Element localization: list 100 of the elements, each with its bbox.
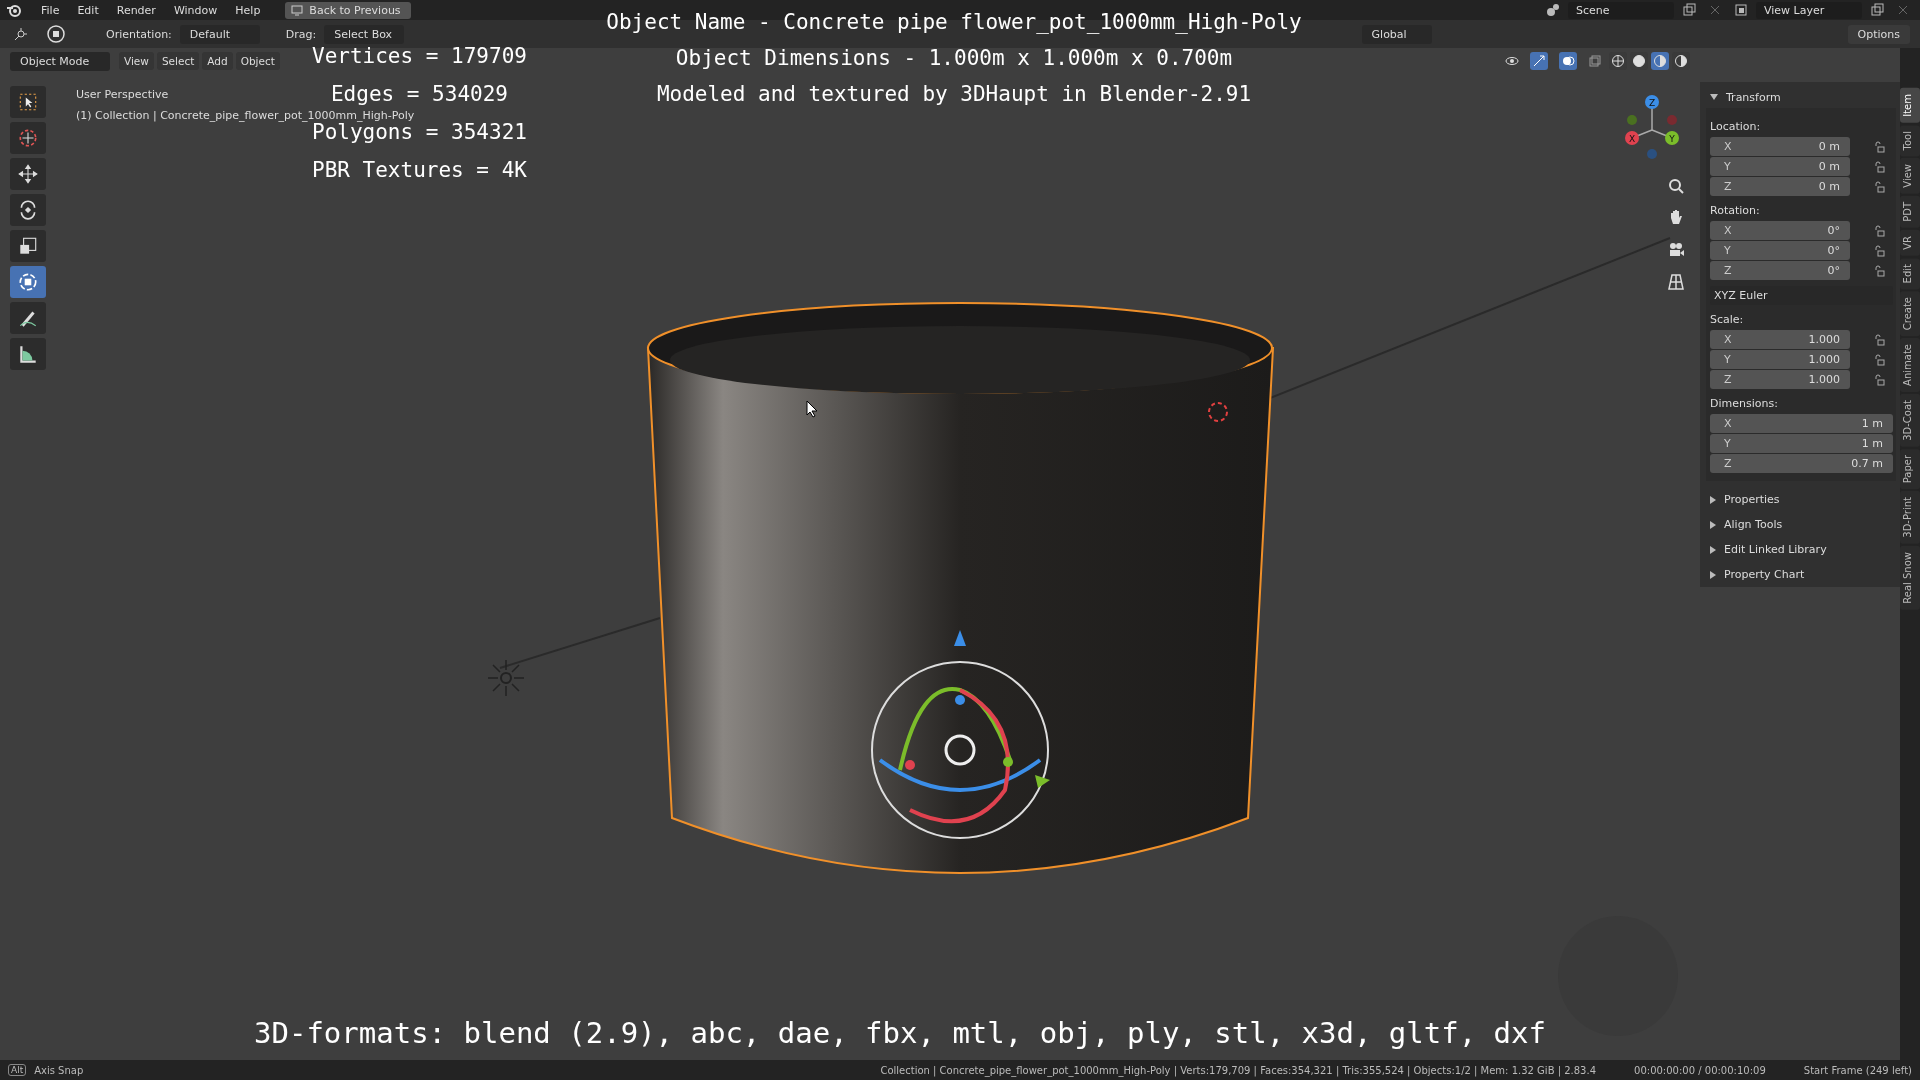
view-menu-button[interactable]: View — [119, 52, 154, 70]
rotation-mode-dropdown[interactable]: XYZ Euler — [1710, 286, 1893, 305]
sidebar-tab[interactable]: Real Snow — [1900, 545, 1920, 610]
scale-icon — [17, 235, 39, 257]
sidebar-tab[interactable]: Paper — [1900, 448, 1920, 490]
sidebar-tab[interactable]: Edit — [1900, 257, 1920, 289]
unlock-icon[interactable] — [1874, 140, 1886, 153]
select-box-icon — [17, 91, 39, 113]
navigation-gizmo-drawing[interactable]: X Y Z — [1614, 90, 1690, 166]
grid-icon[interactable] — [1666, 272, 1686, 292]
sidebar-tab[interactable]: Animate — [1900, 338, 1920, 393]
zoom-icon[interactable] — [1666, 176, 1686, 196]
sidebar-tab[interactable]: Create — [1900, 290, 1920, 337]
number-field[interactable]: Y 1.000 — [1710, 350, 1850, 369]
menu-item[interactable]: Window — [166, 3, 225, 17]
scene-selector[interactable]: Scene — [1568, 1, 1674, 19]
unlock-icon[interactable] — [1874, 244, 1886, 257]
menu-item[interactable]: Edit — [70, 3, 106, 17]
panel-header[interactable]: Transform — [1710, 86, 1896, 108]
toolbar-tool-button[interactable] — [10, 302, 46, 334]
toolbar-tool-button[interactable] — [10, 158, 46, 190]
shading-mode-button[interactable] — [1651, 52, 1669, 70]
light-icon — [486, 658, 526, 698]
back-to-previous-button[interactable]: Back to Previous — [285, 1, 411, 19]
view-menu-button[interactable]: Select — [156, 52, 200, 70]
overlays-toggle-icon[interactable] — [1559, 52, 1577, 70]
toolbar-tool-button[interactable] — [10, 86, 46, 118]
number-field[interactable]: X 1 m — [1710, 414, 1893, 433]
panel-title: Properties — [1724, 493, 1780, 506]
menu-item[interactable]: Help — [228, 3, 268, 17]
menu-item[interactable]: Render — [109, 3, 163, 17]
status-hint: Axis Snap — [34, 1064, 84, 1076]
close-icon[interactable] — [1708, 3, 1722, 17]
screen-icon — [291, 4, 304, 16]
number-field[interactable]: Z 0° — [1710, 261, 1850, 280]
unlock-icon[interactable] — [1874, 373, 1886, 386]
shading-mode-button[interactable] — [1630, 52, 1648, 70]
sidebar-tab[interactable]: View — [1900, 158, 1920, 194]
panel-title: Align Tools — [1724, 518, 1783, 531]
formats-caption: 3D-formats: blend (2.9), abc, dae, fbx, mtl, obj, ply, stl, x3d, gltf, dxf — [254, 1016, 1546, 1050]
eye-icon[interactable] — [1505, 54, 1519, 68]
transform-orientation-dropdown[interactable]: Global — [1361, 24, 1432, 44]
number-field[interactable]: Y 1 m — [1710, 434, 1893, 453]
caption-line: Modeled and textured by 3DHaupt in Blender-2.91 — [656, 81, 1252, 107]
sidebar-tab[interactable]: Item — [1900, 88, 1920, 123]
close-icon[interactable] — [1896, 3, 1910, 17]
panel-title: Property Chart — [1724, 568, 1805, 581]
orientation-dropdown[interactable]: Default — [179, 24, 260, 44]
panel-header[interactable]: Edit Linked Library — [1710, 537, 1896, 562]
unlock-icon[interactable] — [1874, 180, 1886, 193]
layers-icon[interactable] — [1734, 3, 1748, 17]
panel-header[interactable]: Properties — [1710, 487, 1896, 512]
toolbar-tool-button[interactable] — [10, 194, 46, 226]
toolbar-tool-button[interactable] — [10, 338, 46, 370]
options-dropdown[interactable]: Options — [1847, 24, 1910, 44]
editor-type-icon[interactable] — [14, 27, 28, 41]
copy-icon[interactable] — [1870, 3, 1884, 17]
menu-item[interactable]: File — [34, 3, 67, 17]
number-field[interactable]: Y 0 m — [1710, 157, 1850, 176]
view-menu-button[interactable]: Object — [235, 52, 280, 70]
unlock-icon[interactable] — [1874, 353, 1886, 366]
object-mode-dropdown[interactable]: Object Mode — [10, 51, 110, 71]
number-field[interactable]: X 0 m — [1710, 137, 1850, 156]
view-layer-selector[interactable]: View Layer — [1756, 1, 1862, 19]
number-field[interactable]: X 0° — [1710, 221, 1850, 240]
transform-icon — [17, 271, 39, 293]
sidebar-tab[interactable]: Tool — [1900, 124, 1920, 157]
view-menu-button[interactable]: Add — [202, 52, 233, 70]
active-object-label: (1) Collection | Concrete_pipe_flower_pot_1000mm_High-Poly — [76, 109, 415, 122]
number-field[interactable]: Z 0.7 m — [1710, 454, 1893, 473]
number-field[interactable]: Z 1.000 — [1710, 370, 1850, 389]
blender-logo-icon[interactable] — [6, 2, 22, 18]
number-field[interactable]: X 1.000 — [1710, 330, 1850, 349]
sidebar-tab[interactable]: 3D-Print — [1900, 491, 1920, 544]
copy-icon[interactable] — [1682, 3, 1696, 17]
xray-toggle-icon[interactable] — [1588, 54, 1602, 68]
drag-dropdown[interactable]: Select Box — [324, 24, 405, 44]
unlock-icon[interactable] — [1874, 224, 1886, 237]
scene-icon[interactable] — [1546, 3, 1560, 17]
shading-mode-button[interactable] — [1672, 52, 1690, 70]
gizmo-toggle-icon[interactable] — [1530, 52, 1548, 70]
sidebar-tab[interactable]: VR — [1900, 229, 1920, 256]
panel-header[interactable]: Align Tools — [1710, 512, 1896, 537]
unlock-icon[interactable] — [1874, 264, 1886, 277]
toolbar-tool-button[interactable] — [10, 230, 46, 262]
group-label: Rotation: — [1710, 204, 1761, 217]
unlock-icon[interactable] — [1874, 333, 1886, 346]
number-field[interactable]: Y 0° — [1710, 241, 1850, 260]
number-field[interactable]: Z 0 m — [1710, 177, 1850, 196]
unlock-icon[interactable] — [1874, 160, 1886, 173]
sidebar-tab[interactable]: PDT — [1900, 195, 1920, 228]
panel-title: Transform — [1726, 90, 1781, 104]
shading-mode-button[interactable] — [1609, 52, 1627, 70]
toolbar-tool-button[interactable] — [10, 266, 46, 298]
sidebar-tab[interactable]: 3D-Coat — [1900, 394, 1920, 447]
caption-line: Object Dimensions - 1.000m x 1.000m x 0.700m — [675, 45, 1233, 71]
transform-tool-icon[interactable] — [46, 24, 66, 44]
mouse-pointer-icon — [806, 400, 818, 418]
caption-line: Object Name - Concrete pipe flower_pot_1000mm_High-Poly — [606, 9, 1302, 35]
panel-header[interactable]: Property Chart — [1710, 562, 1896, 587]
